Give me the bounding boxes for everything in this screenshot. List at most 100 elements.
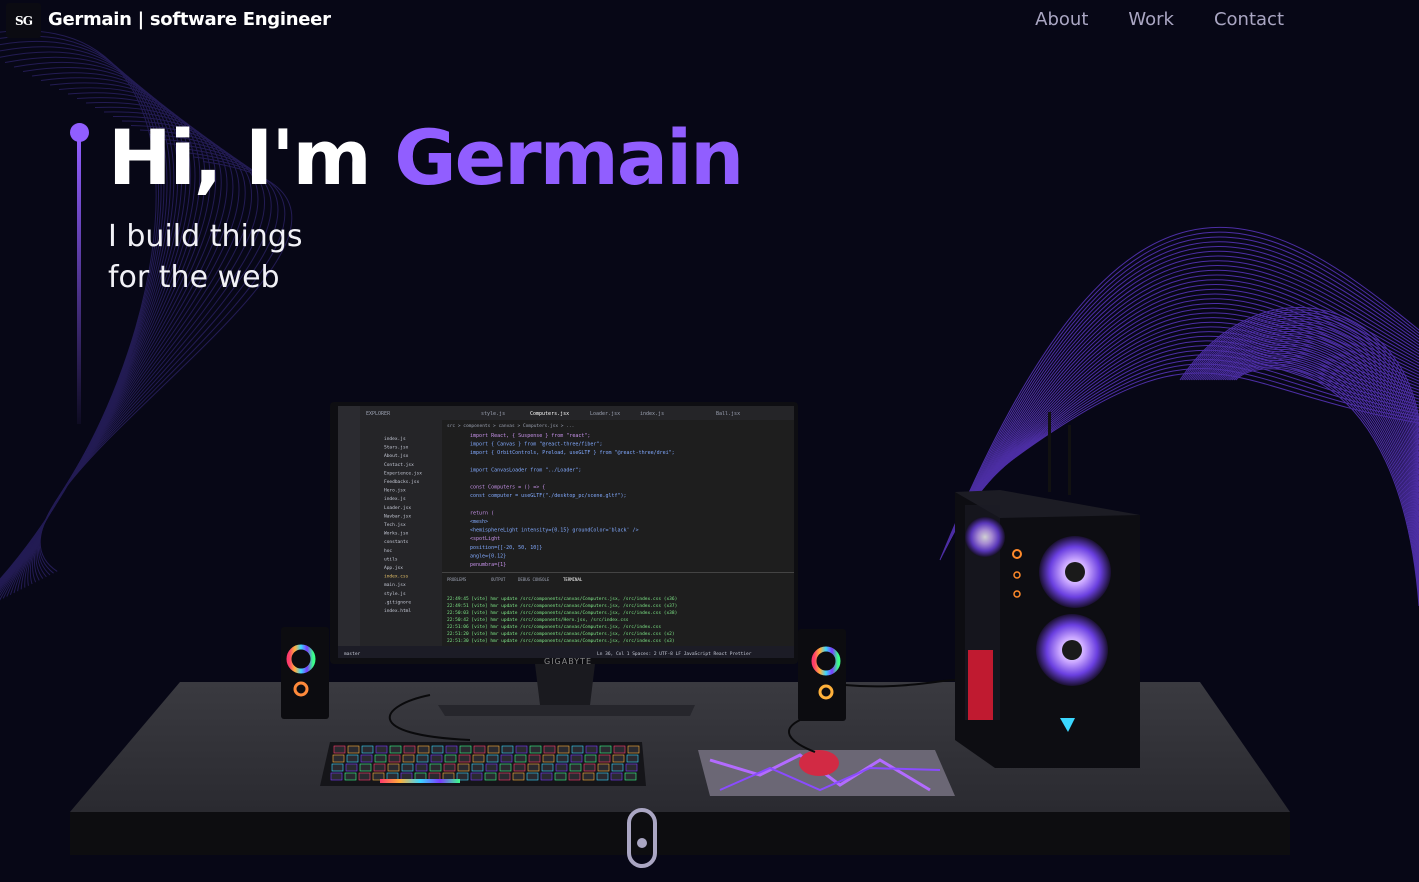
panel-tab: OUTPUT [491,577,506,582]
keyboard-key [515,745,528,754]
keyboard-key [387,763,400,772]
keyboard-key [346,754,359,763]
explorer-file: App.jsx [384,565,403,571]
code-line: const computer = useGLTF("./desktop_pc/s… [470,493,627,499]
explorer-file: Stars.jsx [384,445,409,451]
keyboard-key [500,754,513,763]
explorer-file: .gitignore [384,599,411,605]
code-line: <hemisphereLight intensity={0.15} ground… [470,528,639,534]
explorer-file: utils [384,556,398,562]
keyboard-key [428,772,441,781]
keyboard-key [512,772,525,781]
keyboard-key [570,754,583,763]
code-line: <spotLight [470,536,500,542]
code-line: return ( [470,510,494,516]
scroll-indicator-dot [637,838,647,848]
terminal-line: 22:51:30 [vite] hmr update /src/componen… [447,638,675,644]
keyboard-key [499,763,512,772]
explorer-file: Works.jsx [384,531,409,537]
explorer-file: Loader.jsx [384,505,411,511]
keyboard-key [372,772,385,781]
keyboard-key [501,745,514,754]
keyboard-key [627,745,640,754]
terminal-line: 22:49:51 [vite] hmr update /src/componen… [447,603,677,609]
keyboard-key [514,754,527,763]
editor-breadcrumb: src > components > canvas > Computers.js… [447,423,574,429]
keyboard-key [361,745,374,754]
code-line: penumbra={1} [470,562,506,568]
status-branch: master [344,651,361,657]
status-right: Ln 36, Col 1 Spaces: 2 UTF-8 LF JavaScri… [597,651,752,657]
explorer-file: Navbar.jsx [384,513,411,519]
keyboard-key [583,763,596,772]
keyboard-key [612,754,625,763]
explorer-file: constants [384,539,409,545]
pc-tower [955,412,1140,768]
keyboard-key [429,763,442,772]
keyboard-key [459,745,472,754]
code-line: angle={0.12} [470,553,506,559]
keyboard-key [540,772,553,781]
explorer-file: About.jsx [384,453,409,459]
keyboard-key [442,772,455,781]
editor-tab: Computers.jsx [530,411,569,417]
keyboard-key [458,754,471,763]
code-line: import { Canvas } from "@react-three/fib… [470,442,602,448]
keyboard-key [345,763,358,772]
keyboard-key [582,772,595,781]
explorer-file: hoc [384,548,392,554]
keyboard-key [554,772,567,781]
keyboard-key [599,745,612,754]
keyboard-key [332,754,345,763]
keyboard-key [569,763,582,772]
explorer-file: index.html [384,608,411,614]
keyboard-key [445,745,458,754]
explorer-file: main.jsx [384,582,406,588]
keyboard-key [526,772,539,781]
keyboard-key [431,745,444,754]
keyboard-key [556,754,569,763]
keyboard-key [624,772,637,781]
terminal-line: 22:51:20 [vite] hmr update /src/componen… [447,631,675,637]
explorer-file: index.js [384,496,406,502]
keyboard-key [330,772,343,781]
scroll-indicator-icon[interactable] [627,808,657,868]
keyboard-key [529,745,542,754]
keyboard-key [443,763,456,772]
keyboard-key [403,745,416,754]
keyboard-key [374,754,387,763]
keyboard-key [456,772,469,781]
code-line: import CanvasLoader from "../Loader"; [470,467,581,473]
keyboard-key [331,763,344,772]
keyboard-key [611,763,624,772]
explorer-file: index.css [384,574,409,580]
terminal-line: 22:49:45 [vite] hmr update /src/componen… [447,596,677,602]
keyboard-key [472,754,485,763]
keyboard-key [333,745,346,754]
keyboard-key [613,745,626,754]
keyboard-key [470,772,483,781]
panel-tab: PROBLEMS [447,577,467,582]
keyboard-key [513,763,526,772]
editor-tab: Loader.jsx [590,411,620,417]
keyboard-key [417,745,430,754]
keyboard-key [598,754,611,763]
desk-scene[interactable]: GIGABYTE EXPLORER style.js Computers.jsx Lo… [0,0,1419,882]
speaker-right [798,629,846,721]
keyboard-key [402,754,415,763]
keyboard-key [359,763,372,772]
keyboard-key [571,745,584,754]
code-line: import { OrbitControls, Preload, useGLTF… [470,450,675,456]
keyboard-key [401,763,414,772]
keyboard-key [568,772,581,781]
keyboard-key [358,772,371,781]
keyboard-key [415,763,428,772]
keyboard-key [584,754,597,763]
keyboard-key [360,754,373,763]
keyboard-key [373,763,386,772]
keyboard-key [498,772,511,781]
code-line: <mesh> [470,519,488,525]
editor-tab: style.js [481,411,505,417]
keyboard-key [388,754,401,763]
keyboard-key [416,754,429,763]
